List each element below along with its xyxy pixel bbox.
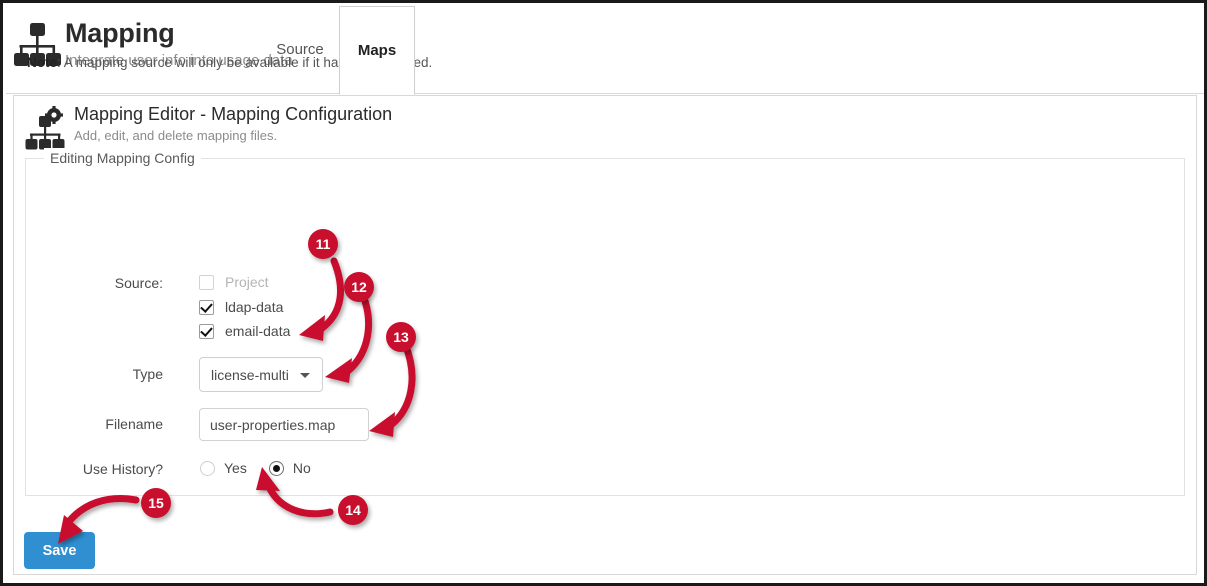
type-label: Type [132,366,163,382]
use-history-no-label: No [292,460,311,476]
use-history-no-radio[interactable] [268,460,284,476]
ldap-data-checkbox[interactable] [199,299,214,315]
use-history-label: Use History? [82,461,163,477]
filename-input[interactable] [199,408,369,441]
use-history-yes-label: Yes [224,460,247,476]
ldap-data-checkbox-label: ldap-data [225,299,284,315]
card-header: Mapping Editor - Mapping Configuration A… [24,101,392,150]
org-chart-gear-icon [24,106,68,150]
filename-label: Filename [105,416,163,432]
source-option-email-data[interactable]: email-data [199,323,290,339]
chevron-down-icon [300,373,310,378]
type-select[interactable]: license-multi [199,357,323,392]
source-label: Source: [114,275,163,291]
project-checkbox-label: Project [225,274,269,290]
content-card: Mapping Editor - Mapping Configuration A… [13,95,1197,575]
use-history-radio-group: Yes No [200,460,333,476]
card-title: Mapping Editor - Mapping Configuration [74,104,393,124]
source-option-project[interactable]: Project [199,274,269,290]
email-data-checkbox-label: email-data [225,323,291,339]
note-label: Note [27,55,57,70]
use-history-yes-radio[interactable] [200,460,215,476]
email-data-checkbox[interactable] [199,323,214,339]
app-screenshot: Mapping Integrate user info into usage d… [0,0,1207,586]
save-button[interactable]: Save [24,532,95,569]
page-title: Mapping [65,18,175,48]
card-subtitle: Add, edit, and delete mapping files. [74,128,278,143]
tab-maps[interactable]: Maps [339,6,415,95]
app-header: Mapping Integrate user info into usage d… [6,6,1204,94]
tab-source[interactable]: Source [261,6,339,92]
source-option-ldap-data[interactable]: ldap-data [199,299,283,315]
type-select-value: license-multi [211,366,289,383]
fieldset-legend: Editing Mapping Config [44,148,201,168]
project-checkbox[interactable] [199,274,214,290]
